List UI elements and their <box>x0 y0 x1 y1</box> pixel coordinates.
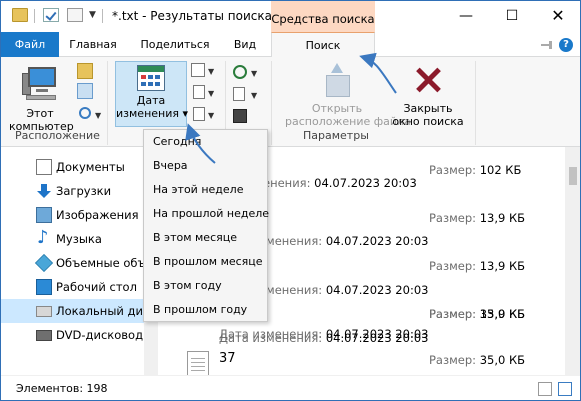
current-folder-icon[interactable] <box>77 63 93 79</box>
date-modified-label-line1: Дата <box>136 94 166 107</box>
kind-icon[interactable] <box>191 63 205 77</box>
ribbon-tabs: Файл Главная Поделиться Вид Поиск ? <box>1 32 580 58</box>
properties-icon[interactable] <box>43 8 59 22</box>
folder-icon <box>12 8 28 22</box>
large-icons-view-icon[interactable] <box>558 382 572 396</box>
music-icon <box>36 227 52 250</box>
chevron-down-icon[interactable]: ▼ <box>208 89 214 98</box>
menu-item-yesterday[interactable]: Вчера <box>144 154 267 178</box>
subfolders-icon[interactable] <box>77 83 93 99</box>
scrollbar-thumb[interactable] <box>569 167 577 185</box>
file-date: енения: 04.07.2023 20:03 <box>263 176 417 190</box>
nav-item-downloads[interactable]: Загрузки <box>1 179 144 203</box>
open-file-location-button[interactable]: Открыть расположение файла <box>285 63 411 128</box>
menu-item-last-week[interactable]: На прошлой неделе <box>144 202 269 226</box>
close-search-label-line2: окно поиска <box>392 115 464 128</box>
documents-icon <box>36 159 52 175</box>
size-icon[interactable] <box>193 85 205 99</box>
file-name[interactable]: 37 <box>219 351 236 366</box>
divider <box>475 61 476 145</box>
tab-home[interactable]: Главная <box>61 32 125 57</box>
close-search-icon <box>411 63 445 97</box>
file-date: Дата изменения: 04.07.2023 20:03 <box>219 327 429 341</box>
date-modified-menu: Сегодня Вчера На этой неделе На прошлой … <box>143 129 269 322</box>
nav-item-music[interactable]: Музыка <box>1 227 144 251</box>
save-search-icon[interactable] <box>233 109 247 123</box>
text-file-icon <box>187 351 209 377</box>
nav-item-local-disk[interactable]: Локальный диск <box>1 299 144 323</box>
other-properties-icon[interactable] <box>193 107 205 121</box>
date-modified-label-line2: изменения ▾ <box>116 107 189 120</box>
file-size: Размер: 35,0 КБ <box>429 353 526 367</box>
divider <box>107 61 108 145</box>
details-view-icon[interactable] <box>538 382 552 396</box>
ribbon: Этот компьютер ▼ Расположение Дата измен… <box>1 57 580 147</box>
divider <box>271 61 272 145</box>
file-size: Размер: 13,9 КБ <box>429 259 526 273</box>
new-folder-icon[interactable] <box>67 8 83 22</box>
chevron-down-icon[interactable]: ▼ <box>251 91 257 100</box>
pictures-icon <box>36 207 52 223</box>
results-scrollbar[interactable] <box>565 147 580 375</box>
date-modified-button[interactable]: Дата изменения ▾ <box>115 61 189 127</box>
chevron-down-icon[interactable]: ▼ <box>208 111 214 120</box>
menu-item-this-year[interactable]: В этом году <box>144 274 267 298</box>
chevron-down-icon[interactable]: ▼ <box>89 10 96 20</box>
nav-item-documents[interactable]: Документы <box>1 155 144 179</box>
minimize-button[interactable]: — <box>443 1 489 32</box>
item-count: Элементов: 198 <box>16 382 108 395</box>
calendar-icon <box>137 65 165 91</box>
close-button[interactable]: ✕ <box>535 1 580 32</box>
file-size: Размер: 13,9 КБ <box>429 211 526 225</box>
chevron-down-icon[interactable]: ▼ <box>95 111 101 120</box>
location-group-label: Расположение <box>15 129 100 142</box>
tab-view[interactable]: Вид <box>223 32 267 57</box>
close-search-label-line1: Закрыть <box>403 102 453 115</box>
hard-drive-icon <box>36 306 52 317</box>
nav-item-dvd[interactable]: DVD-дисковод (D:) <box>1 323 144 347</box>
search-again-icon[interactable] <box>79 107 91 119</box>
download-icon <box>36 183 52 199</box>
file-size: Размер: 35,0 КБ <box>429 307 526 321</box>
title-bar: ▼ *.txt - Результаты поиска в ... Средст… <box>1 1 580 32</box>
params-group-label: Параметры <box>303 129 369 142</box>
chevron-down-icon[interactable]: ▼ <box>251 69 257 78</box>
tab-search[interactable]: Поиск <box>271 32 375 58</box>
menu-item-today[interactable]: Сегодня <box>144 130 267 154</box>
help-icon[interactable]: ? <box>559 38 573 52</box>
desktop-icon <box>36 279 52 295</box>
menu-item-last-month[interactable]: В прошлом месяце <box>144 250 267 274</box>
advanced-options-icon[interactable] <box>233 87 245 101</box>
open-location-label-line2: расположение файла <box>285 115 411 128</box>
3d-objects-icon <box>34 253 54 273</box>
maximize-button[interactable]: ☐ <box>489 1 535 32</box>
status-bar: Элементов: 198 <box>1 375 580 400</box>
chevron-down-icon[interactable]: ▼ <box>208 67 214 76</box>
recent-searches-icon[interactable] <box>233 65 247 79</box>
computer-icon <box>20 65 60 105</box>
tab-share[interactable]: Поделиться <box>128 32 222 57</box>
nav-item-pictures[interactable]: Изображения <box>1 203 144 227</box>
nav-item-3d-objects[interactable]: Объемные объекты <box>1 251 144 275</box>
this-pc-button[interactable]: Этот компьютер <box>9 63 74 133</box>
tab-file[interactable]: Файл <box>1 32 59 57</box>
nav-item-desktop[interactable]: Рабочий стол <box>1 275 144 299</box>
navigation-pane: Документы Загрузки Изображения Музыка Об… <box>1 147 159 375</box>
close-search-button[interactable]: Закрыть окно поиска <box>390 63 466 128</box>
explorer-window: ▼ *.txt - Результаты поиска в ... Средст… <box>0 0 581 401</box>
pin-ribbon-icon[interactable] <box>541 39 553 51</box>
context-tab-group-label: Средства поиска <box>271 1 375 32</box>
file-size: Размер: 102 КБ <box>429 163 522 177</box>
open-location-icon <box>320 63 354 97</box>
this-pc-label-line1: Этот <box>26 107 54 120</box>
menu-item-last-year[interactable]: В прошлом году <box>144 298 267 322</box>
open-location-label-line1: Открыть <box>311 102 363 115</box>
dvd-drive-icon <box>36 330 52 341</box>
menu-item-this-month[interactable]: В этом месяце <box>144 226 267 250</box>
menu-item-this-week[interactable]: На этой неделе <box>144 178 267 202</box>
divider <box>102 9 103 23</box>
divider <box>34 9 35 23</box>
